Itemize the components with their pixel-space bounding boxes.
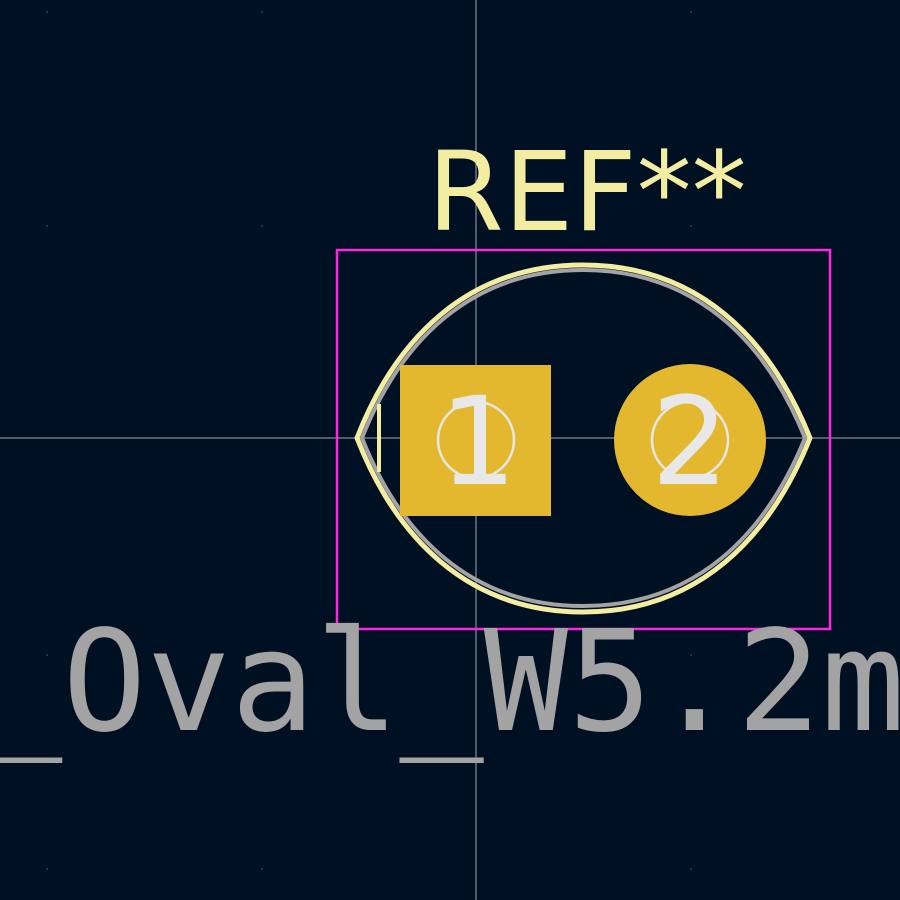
pad-1[interactable]: 1 [400,365,551,516]
reference-designator[interactable]: REF** [427,128,746,256]
pad-1-number: 1 [439,371,517,513]
pad-2[interactable]: 2 [614,364,766,516]
pad-2-number: 2 [651,371,729,513]
footprint-value[interactable]: _Oval_W5.2mm_ [0,601,900,764]
pcb-canvas[interactable]: 1 2 REF** _Oval_W5.2mm_ [0,0,900,900]
